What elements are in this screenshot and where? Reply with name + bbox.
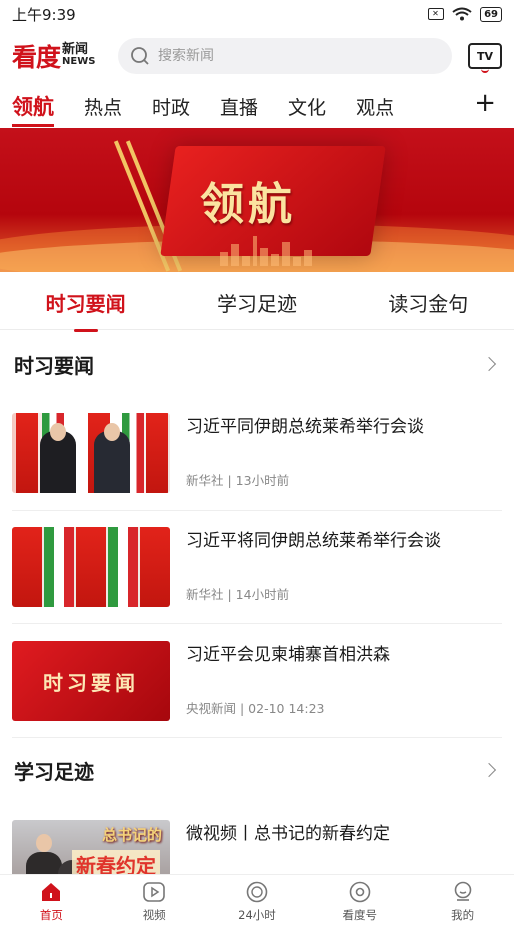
tab-hot[interactable]: 热点 — [84, 93, 122, 120]
subtab-footprints[interactable]: 学习足迹 — [217, 288, 297, 317]
thumbnail-text: 时习要闻 — [43, 670, 139, 695]
nav-home[interactable]: 首页 — [0, 875, 103, 927]
section-header-footprints[interactable]: 学习足迹 — [0, 750, 514, 790]
news-title: 微视频丨总书记的新春约定 — [186, 824, 390, 844]
news-thumbnail: 总书记的 新春约定 — [12, 820, 170, 874]
news-meta: 央视新闻 | 02-10 14:23 — [186, 701, 325, 716]
tv-button[interactable]: TV — [468, 43, 502, 73]
news-title: 习近平将同伊朗总统莱希举行会谈 — [186, 531, 441, 551]
list-item[interactable]: 时习要闻 习近平会见柬埔寨首相洪森 央视新闻 | 02-10 14:23 — [12, 641, 502, 721]
sim-icon: ✕ — [428, 8, 445, 20]
add-channel-icon[interactable]: + — [474, 88, 496, 118]
news-meta: 新华社 | 14小时前 — [186, 587, 290, 602]
app-logo: 看度 新闻 NEWS — [12, 42, 96, 72]
news-thumbnail — [12, 527, 170, 607]
channel-tabs: 领航 热点 时政 直播 文化 观点 — [0, 86, 514, 127]
nav-kandu-hao[interactable]: 看度号 — [308, 875, 411, 927]
eye-icon — [349, 881, 371, 902]
news-meta: 新华社 | 13小时前 — [186, 473, 290, 488]
news-title: 习近平会见柬埔寨首相洪森 — [186, 645, 390, 665]
app-header: 看度 新闻 NEWS TV — [0, 34, 514, 78]
list-item[interactable]: 习近平将同伊朗总统莱希举行会谈 新华社 | 14小时前 — [12, 527, 502, 607]
tab-politics[interactable]: 时政 — [152, 93, 190, 120]
section-title: 时习要闻 — [14, 353, 94, 378]
home-icon — [42, 882, 61, 901]
search-icon — [131, 47, 149, 65]
news-thumbnail: 时习要闻 — [12, 641, 170, 721]
nav-mine[interactable]: 我的 — [411, 875, 514, 927]
news-title: 习近平同伊朗总统莱希举行会谈 — [186, 417, 424, 437]
play-icon — [143, 881, 165, 902]
battery-icon: 69 — [480, 6, 502, 22]
banner[interactable]: 领航 — [0, 128, 514, 272]
user-icon — [454, 881, 471, 901]
status-time: 上午9:39 — [12, 5, 76, 24]
nav-24h[interactable]: 24小时 — [206, 875, 309, 927]
tab-opinion[interactable]: 观点 — [356, 93, 394, 120]
chevron-right-icon — [481, 762, 497, 778]
section-title: 学习足迹 — [14, 759, 94, 784]
section-header-news[interactable]: 时习要闻 — [0, 344, 514, 384]
tab-live[interactable]: 直播 — [220, 93, 258, 120]
subtab-quotes[interactable]: 读习金句 — [388, 288, 468, 317]
city-skyline — [220, 236, 312, 266]
section-tabs: 时习要闻 学习足迹 读习金句 — [0, 276, 514, 332]
tab-lingHang[interactable]: 领航 — [12, 91, 54, 127]
nav-video[interactable]: 视频 — [103, 875, 206, 927]
banner-title: 领航 — [200, 179, 296, 230]
status-bar: 上午9:39 ✕ 69 — [0, 0, 514, 28]
clock-24-icon — [246, 881, 268, 902]
subtab-news[interactable]: 时习要闻 — [46, 288, 126, 332]
search-box[interactable] — [118, 38, 452, 74]
search-input[interactable] — [158, 48, 418, 64]
chevron-right-icon — [481, 356, 497, 372]
wifi-icon — [452, 7, 472, 21]
bottom-navigation: 首页 视频 24小时 看度号 我的 — [0, 874, 514, 927]
tab-culture[interactable]: 文化 — [288, 93, 326, 120]
news-thumbnail — [12, 413, 170, 493]
list-item[interactable]: 总书记的 新春约定 微视频丨总书记的新春约定 — [12, 820, 502, 874]
list-item[interactable]: 习近平同伊朗总统莱希举行会谈 新华社 | 13小时前 — [12, 413, 502, 493]
